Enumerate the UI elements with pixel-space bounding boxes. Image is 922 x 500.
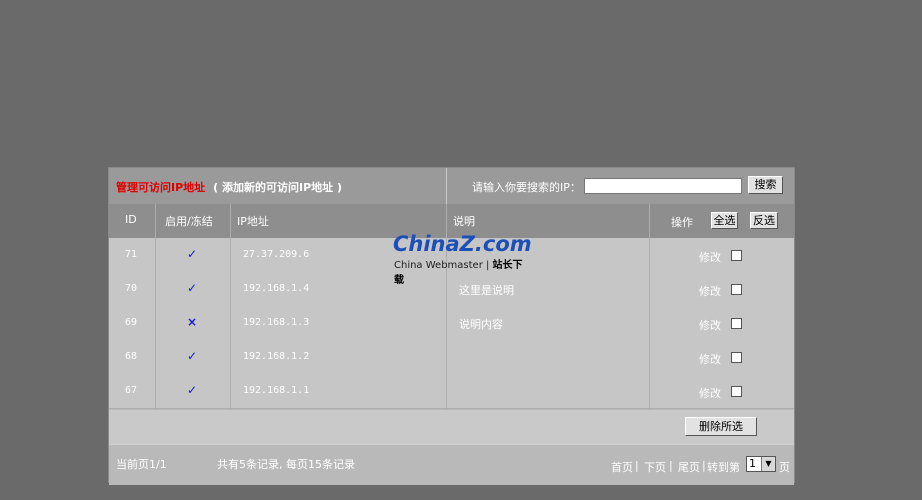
search-button[interactable]: 搜索 — [748, 176, 783, 194]
page-select-value: 1 — [749, 457, 756, 470]
column-divider — [649, 204, 650, 413]
row-checkbox[interactable] — [731, 250, 742, 261]
row-id: 71 — [125, 249, 138, 260]
record-summary: 共有5条记录, 每页15条记录 — [217, 458, 355, 471]
row-ip: 192.168.1.3 — [243, 317, 310, 328]
row-id: 68 — [125, 351, 138, 362]
row-id: 69 — [125, 317, 138, 328]
chevron-down-icon[interactable]: ▼ — [761, 457, 775, 471]
edit-link[interactable]: 修改 — [699, 283, 721, 299]
row-ip: 27.37.209.6 — [243, 249, 310, 260]
edit-link[interactable]: 修改 — [699, 385, 721, 401]
enabled-check-icon[interactable]: ✓ — [187, 281, 197, 295]
search-label: 请输入你要搜索的IP： — [472, 181, 581, 194]
row-checkbox[interactable] — [731, 352, 742, 363]
title-divider — [446, 168, 447, 204]
pagination-bar: 当前页1/1 共有5条记录, 每页15条记录 首页 | 下页 | 尾页 | 转到… — [109, 444, 794, 485]
row-id: 70 — [125, 283, 138, 294]
table-row: 68 ✓ 192.168.1.2 修改 — [109, 340, 794, 375]
row-id: 67 — [125, 385, 138, 396]
enabled-check-icon[interactable]: ✓ — [187, 247, 197, 261]
ip-management-panel: 管理可访问IP地址( 添加新的可访问IP地址 ) 请输入你要搜索的IP： 搜索 … — [108, 167, 795, 485]
watermark-logo: ChinaZ.com — [393, 232, 532, 256]
table-row: 69 × 192.168.1.3 说明内容 修改 — [109, 306, 794, 341]
column-divider — [155, 204, 156, 413]
frozen-cross-icon[interactable]: × — [187, 315, 197, 329]
row-checkbox[interactable] — [731, 386, 742, 397]
row-desc: 说明内容 — [459, 318, 503, 331]
col-ops: 操作 — [671, 216, 693, 229]
row-ip: 192.168.1.1 — [243, 385, 310, 396]
col-id: ID — [125, 213, 137, 226]
search-input[interactable] — [584, 178, 742, 194]
enabled-check-icon[interactable]: ✓ — [187, 349, 197, 363]
panel-title: 管理可访问IP地址 ( 添加新的可访问IP地址 ) — [116, 179, 342, 195]
edit-link[interactable]: 修改 — [699, 249, 721, 265]
watermark-subtitle: China Webmaster | 站长下载 — [394, 260, 523, 286]
chinaz-watermark: ChinaZ.com China Webmaster | 站长下载 — [390, 232, 532, 286]
pager-divider: | — [635, 459, 639, 472]
delete-selected-button[interactable]: 删除所选 — [685, 417, 757, 436]
edit-link[interactable]: 修改 — [699, 351, 721, 367]
watermark-sub-en: China Webmaster — [394, 260, 483, 271]
current-page: 当前页1/1 — [116, 458, 167, 471]
title-bar: 管理可访问IP地址 ( 添加新的可访问IP地址 ) 请输入你要搜索的IP： 搜索 — [109, 168, 794, 205]
add-ip-link[interactable]: ( 添加新的可访问IP地址 ) — [213, 181, 342, 194]
enabled-check-icon[interactable]: ✓ — [187, 383, 197, 397]
col-status: 启用/冻结 — [165, 215, 213, 228]
col-desc: 说明 — [453, 215, 475, 228]
row-checkbox[interactable] — [731, 284, 742, 295]
bulk-action-bar: 删除所选 — [109, 410, 794, 444]
page-select[interactable]: 1 ▼ — [746, 456, 776, 472]
invert-selection-button[interactable]: 反选 — [750, 212, 778, 229]
next-page-link[interactable]: 下页 — [644, 459, 666, 475]
pager-divider: | — [702, 459, 706, 472]
pager-divider: | — [669, 459, 673, 472]
row-ip: 192.168.1.2 — [243, 351, 310, 362]
last-page-link[interactable]: 尾页 — [678, 459, 700, 475]
column-divider — [230, 204, 231, 413]
first-page-link[interactable]: 首页 — [611, 459, 633, 475]
col-ip: IP地址 — [237, 215, 269, 228]
page-title: 管理可访问IP地址 — [116, 181, 206, 194]
table-row: 67 ✓ 192.168.1.1 修改 — [109, 374, 794, 409]
page-suffix: 页 — [779, 461, 790, 474]
row-ip: 192.168.1.4 — [243, 283, 310, 294]
edit-link[interactable]: 修改 — [699, 317, 721, 333]
row-checkbox[interactable] — [731, 318, 742, 329]
select-all-button[interactable]: 全选 — [711, 212, 738, 229]
goto-label: 转到第 — [707, 461, 740, 474]
